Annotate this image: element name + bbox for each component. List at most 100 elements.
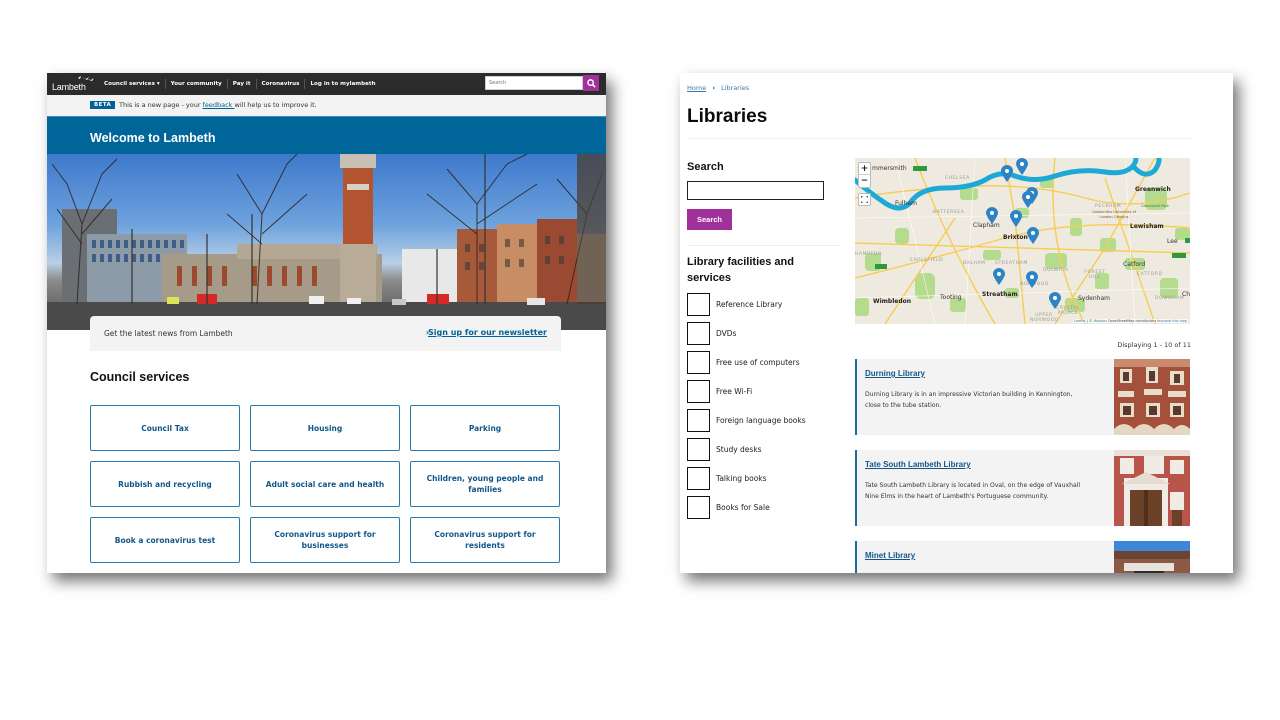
map-label: Sydenham [1078,295,1110,302]
library-name-link[interactable]: Minet Library [865,551,915,560]
facility-free-wifi[interactable]: Free Wi-Fi [687,379,752,403]
map-marker-icon[interactable] [1022,191,1034,208]
hero-image-lambeth-town-hall [47,154,606,330]
improve-map-link[interactable]: Improve this map [1157,319,1187,323]
service-parking[interactable]: Parking [410,405,560,451]
leaflet-link[interactable]: Leaflet [1074,319,1086,323]
beta-message: This is a new page - your feedback will … [119,101,317,109]
library-description: Durning Library is in an impressive Vict… [865,391,1073,409]
map-marker-icon[interactable] [1026,271,1038,288]
zoom-in-button[interactable]: + [859,163,870,175]
facility-books-for-sale[interactable]: Books for Sale [687,495,770,519]
site-search-input[interactable]: Search [485,76,583,90]
facility-reference-library[interactable]: Reference Library [687,292,782,316]
facilities-heading: Library facilities and services [687,256,794,284]
fullscreen-button[interactable] [858,193,871,206]
breadcrumb-home[interactable]: Home [687,84,706,92]
map-label: PECKHAM [1095,204,1122,209]
libraries-page-screenshot: Home › Libraries Libraries Search Search… [680,73,1233,573]
council-services-grid: Council Tax Housing Parking Rubbish and … [90,405,561,563]
checkbox[interactable] [687,292,710,316]
map-label: Greenwich [1135,186,1171,193]
nav-pay-it[interactable]: Pay it [226,79,256,89]
library-name-link[interactable]: Durning Library [865,369,925,378]
service-coronavirus-residents[interactable]: Coronavirus support for residents [410,517,560,563]
service-coronavirus-businesses[interactable]: Coronavirus support for businesses [250,517,400,563]
service-coronavirus-test[interactable]: Book a coronavirus test [90,517,240,563]
council-services-heading: Council services [90,370,190,384]
chevron-right-icon: › [712,84,716,92]
map-label: CHELSEA [945,176,970,181]
checkbox[interactable] [687,321,710,345]
nav-coronavirus[interactable]: Coronavirus [255,79,305,89]
nav-log-in[interactable]: Log in to mylambeth [304,79,380,89]
logo-text: Lambeth [52,82,86,92]
map-label: Fulham [895,200,917,207]
facility-talking-books[interactable]: Talking books [687,466,767,490]
beta-tag: BETA [90,101,116,109]
site-search-button[interactable] [583,75,599,91]
checkbox[interactable] [687,408,710,432]
library-photo [1114,541,1190,573]
map-marker-icon[interactable] [993,268,1005,285]
map-label: HAMPTON [855,252,882,257]
map-label: BALHAM [963,261,986,266]
nav-your-community[interactable]: Your community [164,79,227,89]
map-marker-icon[interactable] [986,207,998,224]
nav-council-services[interactable]: Council services ▾ [102,79,165,89]
breadcrumb: Home › Libraries [687,84,749,92]
divider [687,138,1192,139]
map-label: Catford [1123,261,1146,268]
map-label: Greenwich Park [1141,204,1169,208]
facility-dvds[interactable]: DVDs [687,321,736,345]
map-label: Tooting [940,294,962,301]
fullscreen-icon [861,196,868,203]
library-search-button[interactable]: Search [687,209,732,230]
service-adult-social-care[interactable]: Adult social care and health [250,461,400,507]
map-label: Brixton [1003,234,1028,241]
page-title: Libraries [687,106,768,127]
map-label: EARLSFIELD [910,258,944,263]
service-housing[interactable]: Housing [250,405,400,451]
main-nav: Council services ▾ Your community Pay it… [102,73,381,95]
checkbox[interactable] [687,495,710,519]
library-card: Minet Library [855,541,1190,573]
birds-logo-icon [74,76,94,81]
newsletter-signup-link[interactable]: Sign up for our newsletter [428,328,547,337]
map-label: mmersmith [872,165,907,172]
library-name-link[interactable]: Tate South Lambeth Library [865,460,971,469]
service-rubbish-recycling[interactable]: Rubbish and recycling [90,461,240,507]
map-label: UPPER NORWOOD [1030,313,1060,323]
mapbox-link[interactable]: Mapbox [1094,319,1107,323]
top-navigation-bar: Lambeth Council services ▾ Your communit… [47,73,606,95]
zoom-out-button[interactable]: − [859,175,870,187]
map-marker-icon[interactable] [1016,158,1028,175]
checkbox[interactable] [687,437,710,461]
map-marker-icon[interactable] [1010,210,1022,227]
newsletter-banner: Get the latest news from Lambeth › Sign … [90,316,561,351]
facility-foreign-language-books[interactable]: Foreign language books [687,408,806,432]
lambeth-homepage-screenshot: Lambeth Council services ▾ Your communit… [47,73,606,573]
map-label: Goldsmiths University of London Campus [1091,210,1137,219]
search-label: Search [687,161,724,173]
library-card: Tate South Lambeth Library Tate South La… [855,450,1190,526]
checkbox[interactable] [687,379,710,403]
libraries-map[interactable]: mmersmith CHELSEA Fulham BATTERSEA Claph… [855,158,1190,324]
feedback-link[interactable]: feedback [203,101,235,109]
library-search-input[interactable] [687,181,824,200]
map-label: BATTERSEA [933,210,965,215]
checkbox[interactable] [687,350,710,374]
map-label: FOREST HILL [1084,270,1106,280]
map-marker-icon[interactable] [1001,165,1013,182]
lambeth-logo[interactable]: Lambeth [52,75,94,93]
newsletter-text: Get the latest news from Lambeth [104,329,233,338]
service-children-families[interactable]: Children, young people and families [410,461,560,507]
beta-banner: BETA This is a new page - your feedback … [47,95,606,116]
service-council-tax[interactable]: Council Tax [90,405,240,451]
map-marker-icon[interactable] [1027,227,1039,244]
map-marker-icon[interactable] [1049,292,1061,309]
checkbox[interactable] [687,466,710,490]
facility-study-desks[interactable]: Study desks [687,437,762,461]
facility-free-computers[interactable]: Free use of computers [687,350,800,374]
welcome-title: Welcome to Lambeth [90,131,216,145]
